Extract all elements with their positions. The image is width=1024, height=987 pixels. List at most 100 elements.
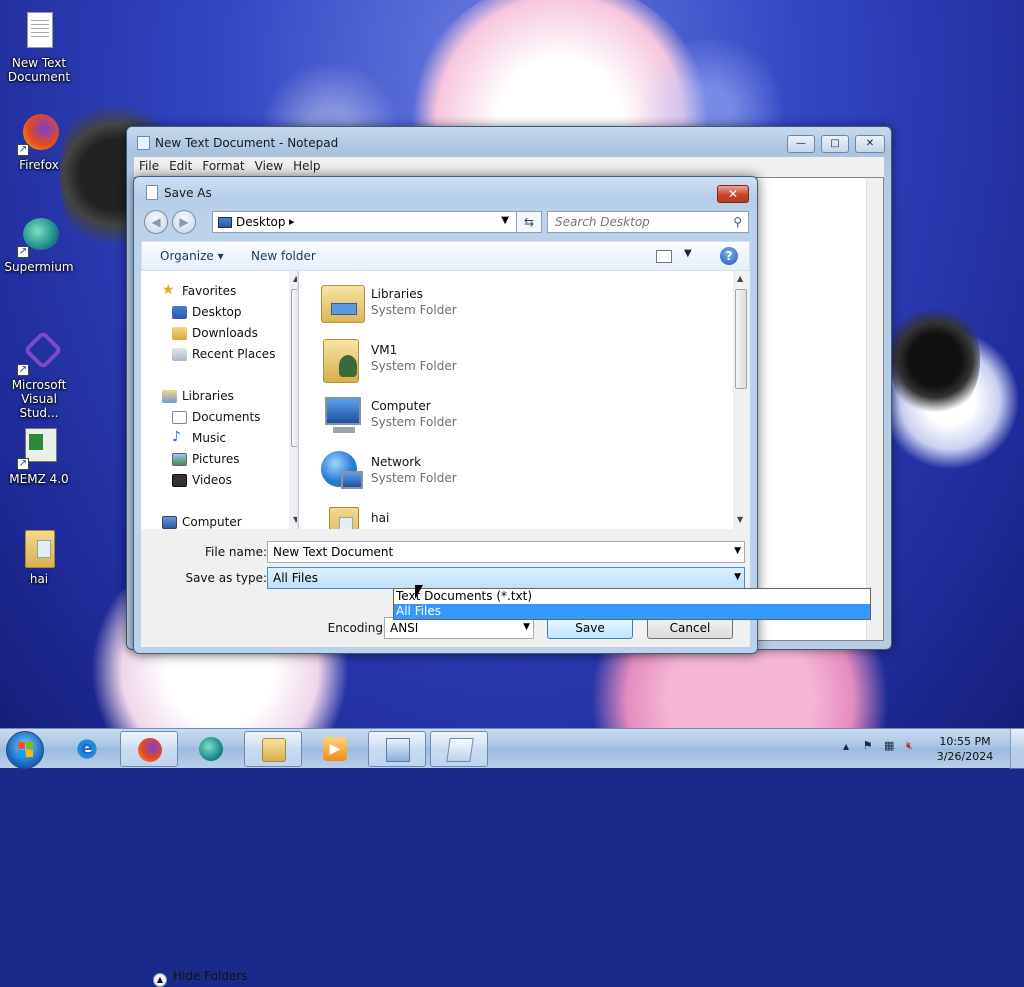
encoding-select[interactable]: ANSI ▼	[384, 617, 534, 639]
taskbar-supermium[interactable]	[182, 731, 240, 767]
network-icon[interactable]: ▦	[884, 739, 894, 752]
list-item[interactable]: Computer System Folder	[319, 391, 619, 447]
taskbar-explorer[interactable]	[244, 731, 302, 767]
nav-favorites[interactable]: ★ Favorites	[162, 282, 237, 298]
menu-file[interactable]: File	[134, 157, 164, 175]
libraries-icon	[162, 390, 177, 403]
command-bar: Organize ▾ New folder ▼ ?	[141, 241, 750, 271]
firefox-icon	[138, 738, 162, 762]
view-options-icon[interactable]	[656, 250, 672, 263]
show-hidden-icons-icon[interactable]: ▲	[843, 742, 849, 751]
list-item[interactable]: hai	[319, 503, 619, 529]
file-name-field[interactable]: New Text Document ▼	[267, 541, 745, 563]
forward-button[interactable]: ▶	[172, 210, 196, 234]
dropdown-option-selected[interactable]: All Files	[394, 604, 870, 619]
hide-folders-label: Hide Folders	[173, 969, 248, 983]
nav-pane-scrollbar[interactable]: ▲ ▼	[289, 271, 297, 529]
nav-desktop[interactable]: Desktop	[172, 305, 242, 319]
nav-label: Favorites	[182, 284, 237, 298]
file-scroll-thumb[interactable]	[735, 289, 747, 389]
nav-label: Recent Places	[192, 347, 276, 361]
nav-label: Pictures	[192, 452, 240, 466]
notepad-menubar: File Edit Format View Help	[134, 157, 884, 177]
address-bar[interactable]: Desktop ▸ ▼	[212, 211, 542, 233]
file-type: System Folder	[371, 303, 457, 317]
list-item[interactable]: Network System Folder	[319, 447, 619, 503]
desktop-icon-label: hai	[29, 572, 49, 586]
nav-downloads[interactable]: Downloads	[172, 326, 258, 340]
save-button[interactable]: Save	[547, 617, 633, 639]
cancel-button[interactable]: Cancel	[647, 617, 733, 639]
volume-muted-icon[interactable]: 🔇︎	[906, 739, 913, 752]
start-button[interactable]	[6, 731, 44, 769]
document-icon	[146, 185, 158, 200]
list-item[interactable]: VM1 System Folder	[319, 335, 619, 391]
dropdown-option[interactable]: Text Documents (*.txt)	[394, 589, 870, 604]
scroll-down-icon[interactable]: ▼	[737, 515, 743, 524]
address-location[interactable]: Desktop	[236, 215, 286, 229]
chevron-down-icon[interactable]: ▼	[734, 546, 741, 556]
desktop-icon-hai[interactable]: hai	[3, 528, 75, 586]
chevron-down-icon[interactable]: ▼	[734, 572, 741, 582]
pictures-icon	[172, 453, 187, 466]
address-dropdown-icon[interactable]: ▼	[501, 215, 509, 226]
file-name: Computer	[371, 399, 431, 413]
action-center-flag-icon[interactable]: ⚑	[863, 739, 873, 752]
nav-label: Videos	[192, 473, 232, 487]
nav-documents[interactable]: Documents	[172, 410, 260, 424]
save-as-dialog[interactable]: Save As ✕ ◀ ▶ Desktop ▸ ▼ ⇆ Search Deskt…	[133, 176, 871, 987]
taskbar: e ▶ ▲ ⚑ ▦ 🔇︎ 10:55 PM 3/26/2024	[0, 728, 1024, 769]
scroll-down-icon[interactable]: ▼	[293, 515, 297, 524]
media-player-icon: ▶	[323, 737, 347, 761]
nav-scroll-thumb[interactable]	[291, 289, 297, 447]
dialog-close-button[interactable]: ✕	[717, 185, 749, 203]
taskbar-control-panel[interactable]	[368, 731, 426, 767]
organize-button[interactable]: Organize ▾	[160, 249, 224, 263]
desktop-icon-new-text-document[interactable]: New Text Document	[3, 12, 75, 84]
clock[interactable]: 10:55 PM 3/26/2024	[930, 734, 1000, 764]
nav-label: Computer	[182, 515, 242, 529]
back-button[interactable]: ◀	[144, 210, 168, 234]
close-button[interactable]: ✕	[855, 135, 885, 153]
scroll-up-icon[interactable]: ▲	[737, 274, 743, 283]
notepad-scrollbar[interactable]	[866, 178, 883, 640]
scroll-up-icon[interactable]: ▲	[293, 274, 297, 283]
desktop-icon-visual-studio[interactable]: ↗ Microsoft Visual Stud...	[3, 330, 75, 420]
network-icon	[319, 449, 367, 495]
taskbar-notepad[interactable]	[430, 731, 488, 767]
file-list-scrollbar[interactable]: ▲ ▼	[733, 271, 750, 529]
desktop-icon-firefox[interactable]: ↗ Firefox	[3, 114, 75, 172]
taskbar-media-player[interactable]: ▶	[306, 731, 364, 767]
desktop-icon-supermium[interactable]: ↗ Supermium	[3, 216, 75, 274]
encoding-label: Encoding:	[327, 621, 387, 635]
star-icon: ★	[162, 282, 175, 298]
menu-edit[interactable]: Edit	[164, 157, 197, 175]
new-folder-button[interactable]: New folder	[251, 249, 316, 263]
nav-label: Music	[192, 431, 227, 445]
show-desktop-button[interactable]	[1010, 729, 1024, 769]
minimize-button[interactable]: —	[787, 135, 815, 153]
nav-libraries[interactable]: Libraries	[162, 389, 234, 403]
taskbar-firefox[interactable]	[120, 731, 178, 767]
breadcrumb-chevron-icon[interactable]: ▸	[289, 215, 295, 228]
nav-computer[interactable]: Computer	[162, 515, 242, 529]
help-icon[interactable]: ?	[720, 247, 738, 265]
search-input[interactable]: Search Desktop ⚲	[547, 211, 749, 233]
nav-videos[interactable]: Videos	[172, 473, 232, 487]
windows-logo-icon	[18, 742, 34, 758]
save-type-select[interactable]: All Files ▼	[267, 567, 745, 589]
desktop-icon-memz[interactable]: ↗ MEMZ 4.0	[3, 428, 75, 486]
menu-help[interactable]: Help	[288, 157, 325, 175]
view-dropdown-icon[interactable]: ▼	[684, 248, 692, 259]
menu-format[interactable]: Format	[197, 157, 249, 175]
hide-folders-button[interactable]: ▲ Hide Folders	[153, 969, 248, 987]
nav-pictures[interactable]: Pictures	[172, 452, 240, 466]
taskbar-internet-explorer[interactable]: e	[58, 731, 116, 767]
menu-view[interactable]: View	[250, 157, 288, 175]
nav-music[interactable]: ♪ Music	[172, 429, 227, 445]
nav-recent-places[interactable]: Recent Places	[172, 347, 276, 361]
refresh-button[interactable]: ⇆	[516, 211, 542, 233]
chevron-down-icon[interactable]: ▼	[523, 622, 530, 632]
maximize-button[interactable]: □	[821, 135, 849, 153]
list-item[interactable]: Libraries System Folder	[319, 279, 619, 335]
